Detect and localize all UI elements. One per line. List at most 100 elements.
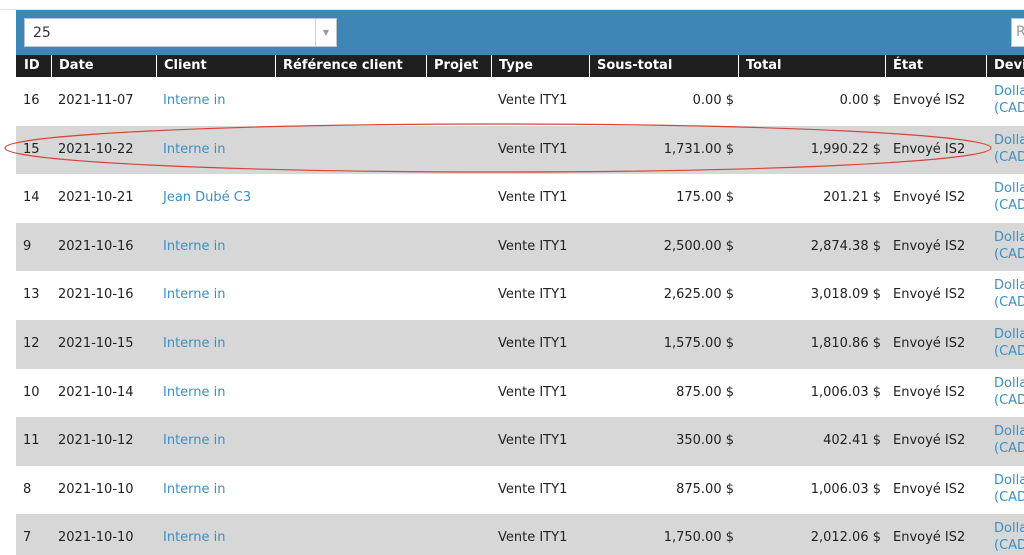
column-header-reference-client[interactable]: Référence client bbox=[275, 55, 403, 77]
client-link[interactable]: Interne in bbox=[163, 466, 226, 515]
currency-link[interactable]: Dolla (CAD bbox=[994, 132, 1024, 166]
cell-id: 11 bbox=[23, 433, 40, 449]
cell-id: 10 bbox=[23, 384, 40, 400]
column-header-id[interactable]: ID bbox=[24, 55, 40, 77]
client-link[interactable]: Jean Dubé C3 bbox=[163, 174, 251, 223]
column-header-type[interactable]: Type bbox=[491, 55, 533, 77]
cell-subtotal: 2,500.00 $ bbox=[663, 238, 734, 254]
table-toolbar: 25 ▼ R bbox=[16, 10, 1024, 55]
cell-type: Vente ITY1 bbox=[498, 93, 568, 108]
cell-subtotal: 875.00 $ bbox=[676, 384, 734, 400]
cell-type: Vente ITY1 bbox=[498, 384, 568, 400]
cell-total: 2,874.38 $ bbox=[810, 238, 881, 254]
currency-name: Dolla bbox=[994, 327, 1024, 342]
cell-date: 2021-10-16 bbox=[58, 287, 134, 303]
currency-code: (CAD bbox=[994, 246, 1024, 262]
column-header-etat[interactable]: État bbox=[885, 55, 923, 77]
currency-code: (CAD bbox=[994, 538, 1024, 554]
currency-name: Dolla bbox=[994, 278, 1024, 294]
cell-total: 1,990.22 $ bbox=[810, 141, 881, 157]
column-header-devise[interactable]: Devi bbox=[986, 55, 1024, 77]
column-header-projet[interactable]: Projet bbox=[426, 55, 478, 77]
currency-name: Dolla bbox=[994, 472, 1024, 488]
cell-subtotal: 350.00 $ bbox=[676, 433, 734, 449]
column-header-total[interactable]: Total bbox=[738, 55, 782, 77]
search-input-text: R bbox=[1016, 24, 1024, 40]
cell-date: 2021-10-21 bbox=[58, 190, 134, 206]
table-row[interactable]: 9 2021-10-16 Interne in Vente ITY1 2,500.00 … bbox=[16, 222, 1024, 272]
table-row[interactable]: 14 2021-10-21 Jean Dubé C3 Vente ITY1 175.00… bbox=[16, 174, 1024, 223]
currency-link[interactable]: Dolla (CAD bbox=[994, 423, 1024, 457]
client-link[interactable]: Interne in bbox=[163, 77, 226, 126]
table-row[interactable]: 8 2021-10-10 Interne in Vente ITY1 875.00 $ 1… bbox=[16, 465, 1024, 515]
cell-type: Vente ITY1 bbox=[498, 141, 568, 157]
cell-id: 14 bbox=[23, 190, 40, 206]
cell-type: Vente ITY1 bbox=[498, 530, 568, 546]
currency-link[interactable]: Dolla (CAD bbox=[994, 277, 1024, 311]
cell-subtotal: 175.00 $ bbox=[676, 190, 734, 206]
search-input[interactable]: R bbox=[1011, 18, 1024, 47]
client-link[interactable]: Interne in bbox=[163, 514, 226, 555]
column-header-date[interactable]: Date bbox=[51, 55, 94, 77]
cell-type: Vente ITY1 bbox=[498, 238, 568, 254]
currency-link[interactable]: Dolla (CAD bbox=[994, 472, 1024, 506]
cell-type: Vente ITY1 bbox=[498, 336, 568, 351]
currency-code: (CAD bbox=[994, 101, 1024, 116]
page-size-select[interactable]: 25 ▼ bbox=[24, 18, 337, 47]
cell-type: Vente ITY1 bbox=[498, 190, 568, 206]
table-row[interactable]: 15 2021-10-22 Interne in Vente ITY1 1,731.00… bbox=[16, 125, 1024, 175]
table-row[interactable]: 10 2021-10-14 Interne in Vente ITY1 875.00 $… bbox=[16, 368, 1024, 418]
currency-link[interactable]: Dolla (CAD bbox=[994, 520, 1024, 554]
cell-date: 2021-11-07 bbox=[58, 93, 134, 108]
cell-type: Vente ITY1 bbox=[498, 481, 568, 497]
cell-subtotal: 1,731.00 $ bbox=[663, 141, 734, 157]
table-row[interactable]: 12 2021-10-15 Interne in Vente ITY1 1,575.00… bbox=[16, 320, 1024, 369]
currency-name: Dolla bbox=[994, 181, 1024, 197]
table-row[interactable]: 16 2021-11-07 Interne in Vente ITY1 0.00 $ 0.… bbox=[16, 77, 1024, 126]
currency-code: (CAD bbox=[994, 149, 1024, 165]
column-header-client[interactable]: Client bbox=[156, 55, 207, 77]
cell-date: 2021-10-14 bbox=[58, 384, 134, 400]
chevron-down-icon[interactable]: ▼ bbox=[315, 19, 336, 46]
client-link[interactable]: Interne in bbox=[163, 320, 226, 369]
currency-name: Dolla bbox=[994, 132, 1024, 148]
currency-link[interactable]: Dolla (CAD bbox=[994, 375, 1024, 409]
cell-total: 2,012.06 $ bbox=[810, 530, 881, 546]
cell-date: 2021-10-15 bbox=[58, 336, 134, 351]
cell-state: Envoyé IS2 bbox=[893, 384, 966, 400]
currency-link[interactable]: Dolla (CAD bbox=[994, 180, 1024, 214]
cell-total: 0.00 $ bbox=[839, 93, 881, 108]
cell-state: Envoyé IS2 bbox=[893, 190, 966, 206]
cell-id: 13 bbox=[23, 287, 40, 303]
client-link[interactable]: Interne in bbox=[163, 369, 226, 418]
cell-date: 2021-10-22 bbox=[58, 141, 134, 157]
cell-state: Envoyé IS2 bbox=[893, 433, 966, 449]
currency-link[interactable]: Dolla (CAD bbox=[994, 83, 1024, 117]
cell-state: Envoyé IS2 bbox=[893, 141, 966, 157]
cell-id: 8 bbox=[23, 481, 32, 497]
cell-state: Envoyé IS2 bbox=[893, 287, 966, 303]
client-link[interactable]: Interne in bbox=[163, 271, 226, 320]
page-size-value: 25 bbox=[33, 25, 51, 41]
cell-total: 402.41 $ bbox=[823, 433, 881, 449]
column-header-sous-total[interactable]: Sous-total bbox=[589, 55, 672, 77]
table-row[interactable]: 11 2021-10-12 Interne in Vente ITY1 350.00 $… bbox=[16, 417, 1024, 466]
currency-link[interactable]: Dolla (CAD bbox=[994, 326, 1024, 360]
cell-date: 2021-10-10 bbox=[58, 530, 134, 546]
currency-link[interactable]: Dolla (CAD bbox=[994, 229, 1024, 263]
table-header: ID Date Client Référence client Projet T… bbox=[16, 55, 1024, 77]
cell-type: Vente ITY1 bbox=[498, 433, 568, 449]
client-link[interactable]: Interne in bbox=[163, 223, 226, 272]
currency-name: Dolla bbox=[994, 84, 1024, 99]
currency-code: (CAD bbox=[994, 295, 1024, 311]
table-row[interactable]: 7 2021-10-10 Interne in Vente ITY1 1,750.00 … bbox=[16, 514, 1024, 555]
table-row[interactable]: 13 2021-10-16 Interne in Vente ITY1 2,625.00… bbox=[16, 271, 1024, 320]
client-link[interactable]: Interne in bbox=[163, 417, 226, 466]
cell-id: 7 bbox=[23, 530, 32, 546]
top-border bbox=[0, 0, 1024, 10]
client-link[interactable]: Interne in bbox=[163, 126, 226, 175]
cell-id: 15 bbox=[23, 141, 40, 157]
cell-subtotal: 2,625.00 $ bbox=[663, 287, 734, 303]
currency-name: Dolla bbox=[994, 375, 1024, 391]
currency-code: (CAD bbox=[994, 392, 1024, 408]
